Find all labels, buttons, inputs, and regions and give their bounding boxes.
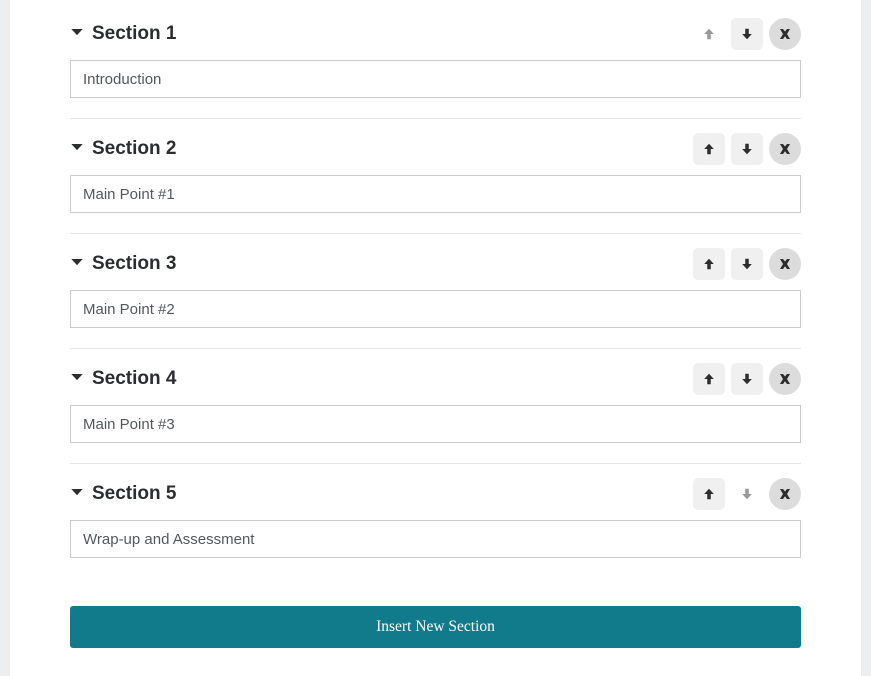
move-up-button	[693, 18, 725, 50]
section-toggle[interactable]: Section 2	[70, 138, 176, 160]
section-toggle[interactable]: Section 5	[70, 483, 176, 505]
sections-editor: Section 1 Section 2 Section 3 Section 4 Sect…	[10, 0, 861, 676]
arrow-up-icon	[702, 142, 716, 156]
close-icon	[777, 371, 793, 387]
section-block: Section 4	[70, 355, 801, 464]
remove-section-button[interactable]	[769, 248, 801, 280]
arrow-down-icon	[740, 257, 754, 271]
move-down-button	[731, 478, 763, 510]
move-down-button[interactable]	[731, 133, 763, 165]
arrow-down-icon	[740, 142, 754, 156]
move-down-button[interactable]	[731, 248, 763, 280]
chevron-down-icon	[70, 370, 84, 384]
arrow-up-icon	[702, 257, 716, 271]
arrow-down-icon	[740, 487, 754, 501]
arrow-down-icon	[740, 372, 754, 386]
move-up-button[interactable]	[693, 478, 725, 510]
remove-section-button[interactable]	[769, 18, 801, 50]
section-toggle[interactable]: Section 1	[70, 23, 176, 45]
close-icon	[777, 486, 793, 502]
move-up-button[interactable]	[693, 133, 725, 165]
close-icon	[777, 256, 793, 272]
move-down-button[interactable]	[731, 363, 763, 395]
move-up-button[interactable]	[693, 363, 725, 395]
chevron-down-icon	[70, 140, 84, 154]
section-block: Section 3	[70, 240, 801, 349]
chevron-down-icon	[70, 25, 84, 39]
close-icon	[777, 26, 793, 42]
remove-section-button[interactable]	[769, 133, 801, 165]
section-block: Section 1	[70, 10, 801, 119]
section-toggle[interactable]: Section 4	[70, 368, 176, 390]
arrow-up-icon	[702, 487, 716, 501]
arrow-up-icon	[702, 27, 716, 41]
section-title: Section 5	[92, 483, 176, 505]
remove-section-button[interactable]	[769, 478, 801, 510]
section-title: Section 1	[92, 23, 176, 45]
move-down-button[interactable]	[731, 18, 763, 50]
section-block: Section 2	[70, 125, 801, 234]
section-title: Section 2	[92, 138, 176, 160]
section-name-input[interactable]	[70, 60, 801, 98]
insert-new-section-button[interactable]: Insert New Section	[70, 606, 801, 648]
section-title: Section 4	[92, 368, 176, 390]
section-toggle[interactable]: Section 3	[70, 253, 176, 275]
arrow-down-icon	[740, 27, 754, 41]
section-name-input[interactable]	[70, 175, 801, 213]
arrow-up-icon	[702, 372, 716, 386]
section-name-input[interactable]	[70, 520, 801, 558]
chevron-down-icon	[70, 255, 84, 269]
section-title: Section 3	[92, 253, 176, 275]
section-name-input[interactable]	[70, 290, 801, 328]
section-name-input[interactable]	[70, 405, 801, 443]
move-up-button[interactable]	[693, 248, 725, 280]
section-block: Section 5	[70, 470, 801, 578]
close-icon	[777, 141, 793, 157]
chevron-down-icon	[70, 485, 84, 499]
remove-section-button[interactable]	[769, 363, 801, 395]
